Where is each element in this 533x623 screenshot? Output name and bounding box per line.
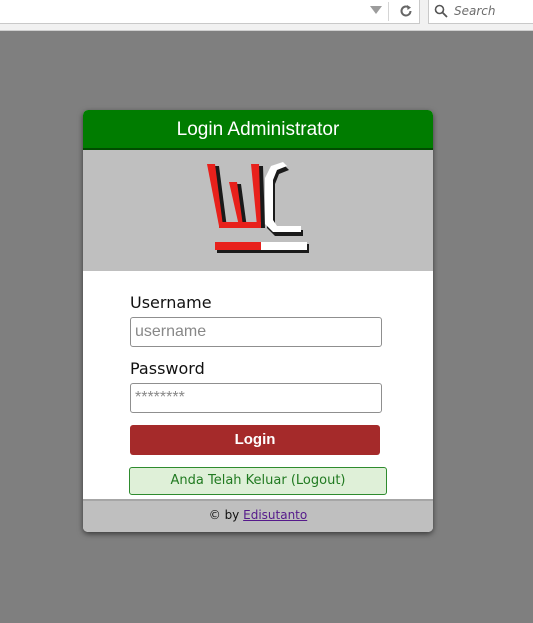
search-placeholder: Search bbox=[454, 4, 496, 18]
password-label: Password bbox=[130, 359, 205, 378]
footer: © by Edisutanto bbox=[83, 499, 433, 532]
password-input[interactable] bbox=[130, 383, 382, 413]
login-panel: Login Administrator Username Password bbox=[83, 110, 433, 532]
login-form: Username Password Login Anda Telah Kelua… bbox=[83, 271, 433, 499]
reload-icon[interactable] bbox=[396, 1, 416, 21]
login-title: Login Administrator bbox=[83, 110, 433, 150]
url-bar[interactable] bbox=[0, 0, 420, 24]
search-icon bbox=[434, 4, 448, 18]
login-button[interactable]: Login bbox=[130, 425, 380, 455]
username-input[interactable] bbox=[130, 317, 382, 347]
footer-copyright: © by bbox=[208, 508, 240, 522]
search-box[interactable]: Search bbox=[428, 0, 533, 24]
username-label: Username bbox=[130, 293, 212, 312]
logout-notice: Anda Telah Keluar (Logout) bbox=[129, 467, 387, 495]
logo-area bbox=[83, 150, 433, 271]
author-link[interactable]: Edisutanto bbox=[243, 508, 307, 522]
browser-toolbar: Search bbox=[0, 0, 533, 31]
url-bar-separator bbox=[388, 2, 389, 21]
site-logo bbox=[207, 162, 309, 253]
url-history-dropdown-icon[interactable] bbox=[370, 6, 382, 14]
